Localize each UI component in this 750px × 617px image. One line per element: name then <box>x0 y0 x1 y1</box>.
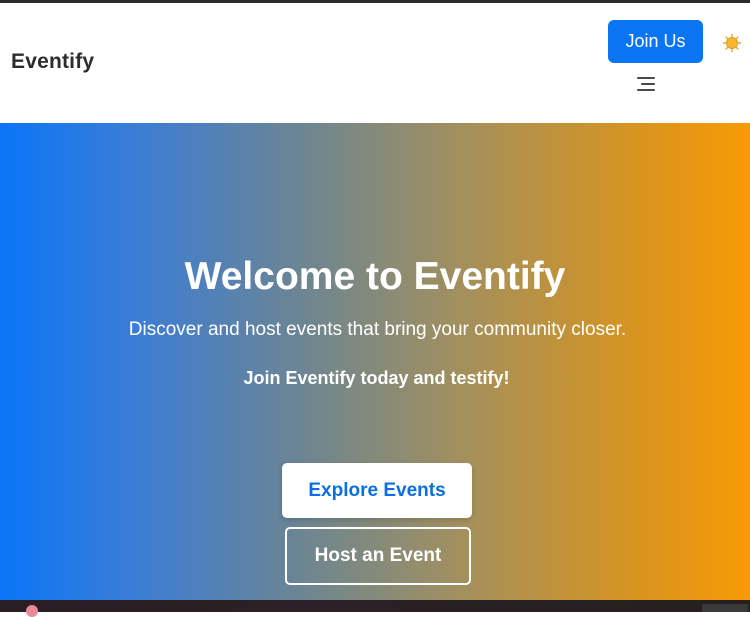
host-event-button[interactable]: Host an Event <box>285 527 471 585</box>
explore-events-button[interactable]: Explore Events <box>282 463 472 518</box>
join-us-button[interactable]: Join Us <box>608 20 703 63</box>
notification-dot-icon[interactable] <box>26 605 38 617</box>
hero-section: Welcome to Eventify Discover and host ev… <box>0 123 750 600</box>
sun-icon <box>722 33 742 53</box>
hero-tagline: Join Eventify today and testify! <box>243 368 510 388</box>
hero-title: Welcome to Eventify <box>184 255 566 298</box>
bottom-taskbar <box>0 600 750 612</box>
hero-subtitle: Discover and host events that bring your… <box>128 319 627 340</box>
site-header: Eventify Join Us <box>0 3 750 123</box>
taskbar-corner <box>702 604 748 612</box>
theme-toggle[interactable] <box>722 33 742 53</box>
hamburger-menu-icon <box>637 77 655 91</box>
brand-logo[interactable]: Eventify <box>11 50 94 74</box>
menu-toggle-button[interactable] <box>636 75 658 93</box>
